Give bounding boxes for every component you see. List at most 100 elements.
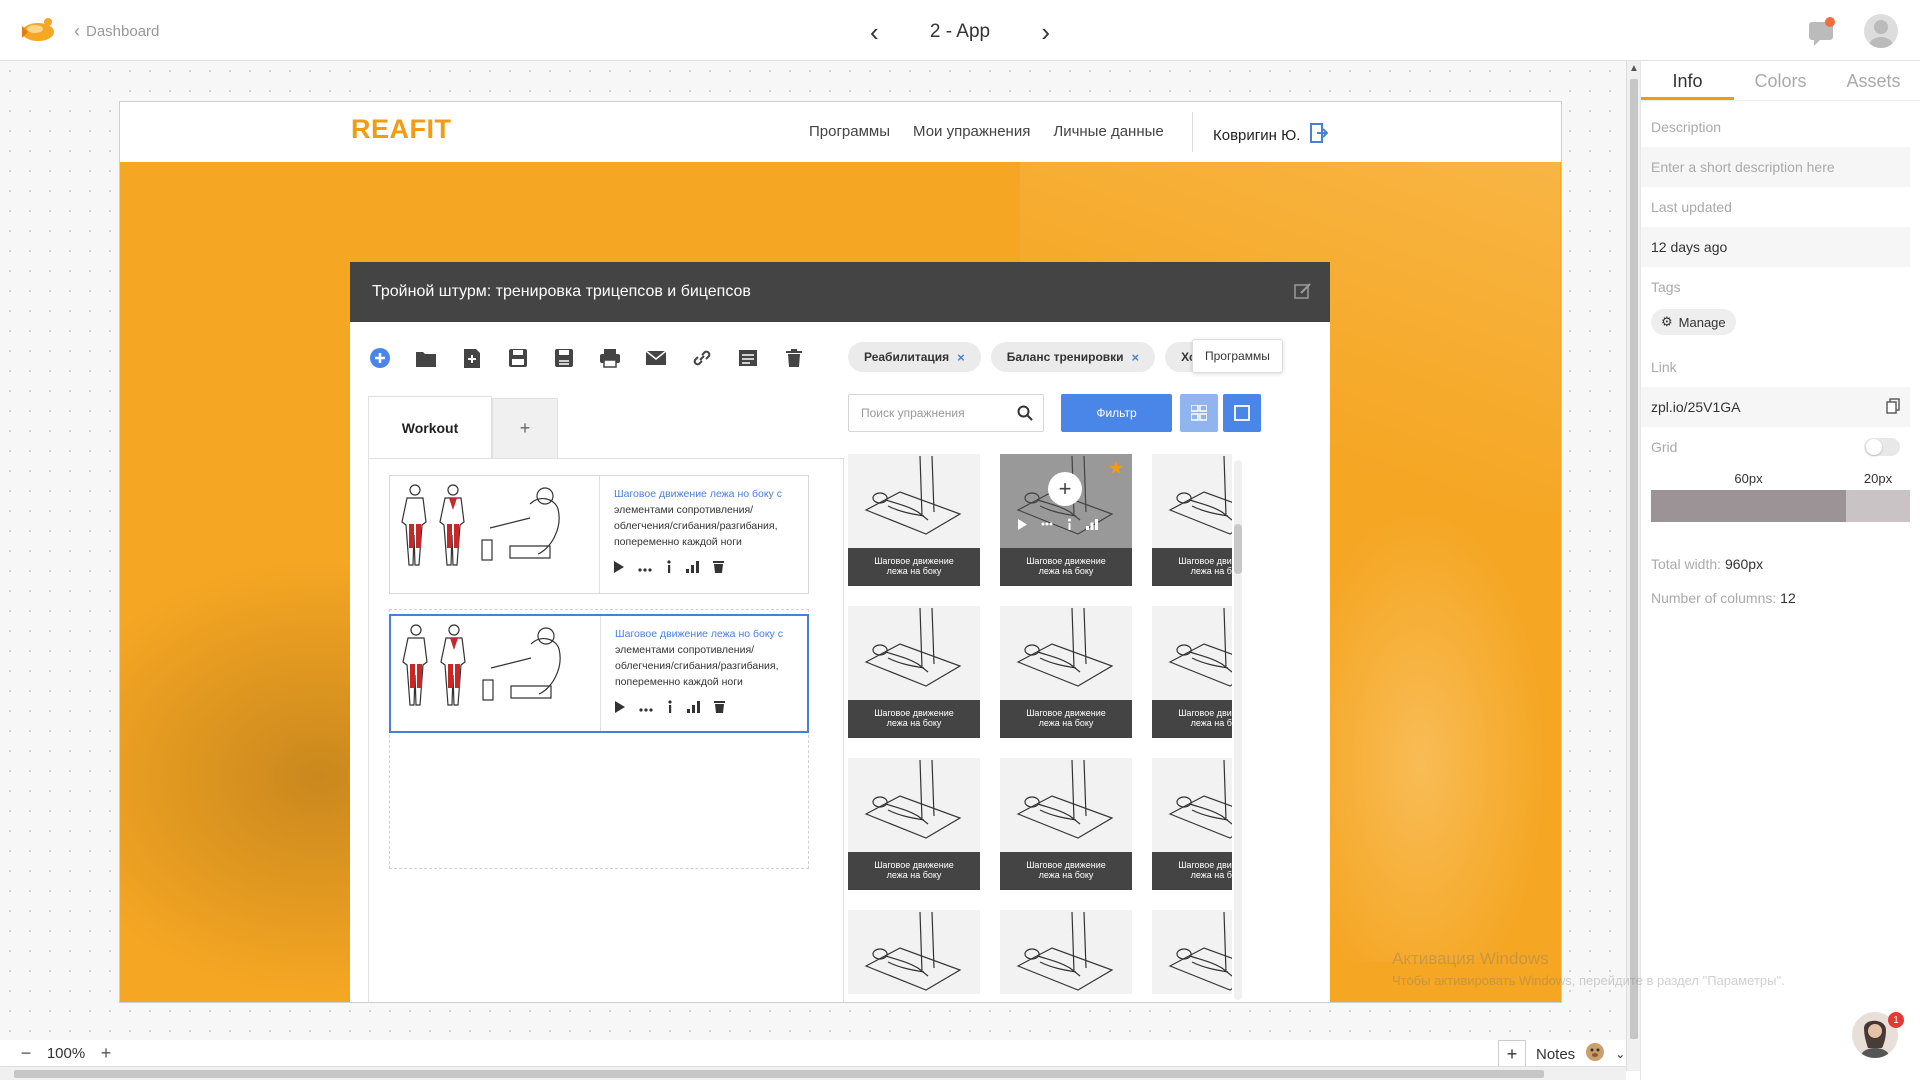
search-icon[interactable] [1017,405,1033,424]
grid-toggle[interactable] [1864,438,1900,456]
grid-scale-labels: 60px 20px [1651,471,1910,486]
notifications-icon[interactable] [1808,14,1838,48]
tab-assets[interactable]: Assets [1827,61,1920,100]
exercise-tile[interactable]: Шаговое движениележа на боку [1152,454,1232,586]
exercise-tile[interactable]: Шаговое движениележа на боку [848,758,980,890]
remove-tag-icon[interactable]: × [1132,350,1140,365]
exercise-tile[interactable]: Шаговое движениележа на боку [1152,910,1232,994]
exercise-tile[interactable]: Шаговое движениележа на боку [1000,606,1132,738]
grid-view-button[interactable] [1180,394,1218,432]
scrollbar-thumb[interactable] [1234,524,1242,574]
play-icon[interactable] [615,700,625,718]
exercise-tile-caption: Шаговое движениележа на боку [1000,548,1132,586]
grid-view-icon [1191,405,1207,421]
folder-icon[interactable] [414,346,438,370]
canvas-vertical-scrollbar[interactable]: ▲ [1626,61,1640,1071]
exercise-tile-caption: Шаговое движениележа на боку [1000,700,1132,738]
screen-title: 2 - App [929,21,991,42]
menu-item-my-exercises[interactable]: Мои упражнения [913,123,1030,140]
more-icon[interactable] [639,701,653,717]
edit-title-icon[interactable] [1294,282,1312,300]
exercise-tile-caption: Шаговое движениележа на боку [848,548,980,586]
favorite-star-icon[interactable]: ★ [1108,458,1124,479]
exercise-tile[interactable]: Шаговое движениележа на боку [1152,758,1232,890]
more-icon[interactable] [1041,522,1053,526]
exercise-title[interactable]: Шаговое движение лежа но боку с [615,626,797,642]
exercise-search-input[interactable]: Поиск упражнения [848,394,1044,432]
zoom-level[interactable]: 100% [38,1045,94,1062]
tab-colors[interactable]: Colors [1734,61,1827,100]
delete-icon[interactable] [713,560,724,578]
add-icon[interactable] [368,346,392,370]
level-icon[interactable] [687,700,700,718]
exercise-card-selected[interactable]: Шаговое движение лежа но боку с элемента… [389,614,809,733]
exercise-tile-caption: Шаговое движениележа на боку [1152,700,1232,738]
play-icon[interactable] [614,560,624,578]
exercise-tile[interactable]: + ★ Шаговое движение лежа на боку [1000,454,1132,586]
tag-balance-training[interactable]: Баланс тренировки × [990,342,1156,372]
remove-tag-icon[interactable]: × [957,350,965,365]
info-icon[interactable] [666,560,672,578]
level-icon[interactable] [686,560,699,578]
exercise-illustration [1016,759,1114,839]
prev-screen-button[interactable]: ‹ [870,17,879,48]
single-view-button[interactable] [1223,394,1261,432]
exercise-tile[interactable]: Шаговое движениележа на боку [1000,910,1132,994]
chevron-down-icon[interactable]: ⌄ [1615,1047,1625,1061]
add-note-button[interactable]: + [1498,1040,1526,1068]
info-icon[interactable] [667,700,673,718]
exercise-tile[interactable]: Шаговое движениележа на боку [848,910,980,994]
add-tab-button[interactable]: + [492,398,558,458]
scrollbar-thumb[interactable] [14,1070,1544,1078]
info-icon[interactable] [1067,518,1072,530]
manage-tags-button[interactable]: ⚙ Manage [1651,309,1736,335]
menu-item-programs[interactable]: Программы [809,123,890,140]
scroll-up-icon[interactable]: ▲ [1629,63,1639,74]
notes-icon[interactable] [736,346,760,370]
zoom-in-button[interactable]: + [94,1043,118,1064]
menu-item-personal-data[interactable]: Личные данные [1053,123,1163,140]
filter-button[interactable]: Фильтр [1061,394,1172,432]
save-icon[interactable] [506,346,530,370]
level-icon[interactable] [1086,518,1098,530]
delete-icon[interactable] [714,700,725,718]
logout-icon[interactable] [1310,123,1329,147]
brand-logo[interactable]: REAFIT [351,114,452,145]
copy-icon[interactable] [1886,397,1900,417]
next-screen-button[interactable]: › [1041,17,1050,48]
print-icon[interactable] [598,346,622,370]
back-to-dashboard-link[interactable]: ‹ Dashboard [74,21,159,42]
emoji-icon[interactable] [1585,1042,1605,1066]
tab-info[interactable]: Info [1641,61,1734,100]
notes-label[interactable]: Notes [1536,1046,1575,1063]
link-icon[interactable] [690,346,714,370]
user-avatar[interactable] [1864,14,1898,48]
trash-icon[interactable] [782,346,806,370]
description-input[interactable]: Enter a short description here [1641,147,1910,187]
more-icon[interactable] [638,561,652,577]
exercise-tile[interactable]: Шаговое движениележа на боку [1152,606,1232,738]
play-icon[interactable] [1018,518,1027,530]
canvas-horizontal-scrollbar[interactable] [0,1066,1626,1080]
exercise-tile[interactable]: Шаговое движениележа на боку [1000,758,1132,890]
link-value[interactable]: zpl.io/25V1GA [1651,399,1741,415]
library-scrollbar[interactable] [1234,460,1242,1000]
user-menu[interactable]: Ковригин Ю. [1213,123,1329,147]
program-title: Тройной штурм: тренировка трицепсов и би… [372,283,751,300]
exercise-card[interactable]: Шаговое движение лежа но боку с элемента… [389,475,809,594]
grid-label: Grid [1651,439,1678,455]
tag-rehabilitation[interactable]: Реабилитация × [848,342,981,372]
email-icon[interactable] [644,346,668,370]
add-exercise-icon[interactable]: + [1048,472,1082,506]
new-document-icon[interactable] [460,346,484,370]
zeplin-logo-icon[interactable] [18,14,58,46]
tags-label: Tags [1651,279,1681,295]
exercise-tile[interactable]: Шаговое движениележа на боку [848,606,980,738]
exercise-tile[interactable]: Шаговое движениележа на боку [848,454,980,586]
scrollbar-thumb[interactable] [1630,79,1638,1039]
tab-workout[interactable]: Workout [368,396,492,458]
program-editor-modal: Тройной штурм: тренировка трицепсов и би… [350,262,1330,1002]
save-as-icon[interactable] [552,346,576,370]
zoom-out-button[interactable]: − [14,1043,38,1064]
exercise-title[interactable]: Шаговое движение лежа но боку с [614,486,798,502]
